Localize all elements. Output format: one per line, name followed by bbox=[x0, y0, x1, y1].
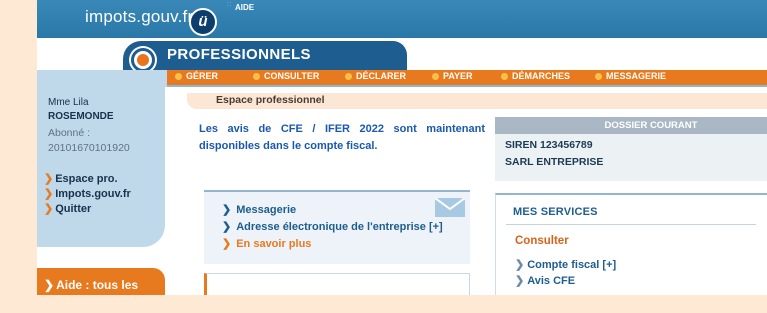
nav-item-declarer[interactable]: DÉCLARER bbox=[345, 71, 406, 81]
services-group-consulter: Consulter bbox=[515, 235, 569, 247]
dossier-title: DOSSIER COURANT bbox=[495, 117, 767, 134]
company-name: SARL ENTREPRISE bbox=[505, 156, 604, 168]
nav-dot-icon bbox=[501, 73, 508, 80]
messagerie-link[interactable]: ❯ Messagerie bbox=[222, 203, 296, 216]
chevron-right-icon: ❯ bbox=[44, 203, 54, 215]
chevron-right-icon: ❯ bbox=[515, 259, 525, 271]
pro-circle-icon bbox=[131, 48, 155, 72]
en-savoir-plus-link[interactable]: ❯ En savoir plus bbox=[222, 237, 311, 250]
nav-item-consulter[interactable]: CONSULTER bbox=[253, 71, 319, 81]
chevron-right-icon: ❯ bbox=[515, 275, 525, 287]
sidebar-top bbox=[37, 70, 167, 87]
chevron-right-icon: ❯ bbox=[222, 221, 232, 233]
chevron-right-icon: ❯ bbox=[44, 173, 54, 185]
sidebar-link-impots[interactable]: ❯ Impots.gouv.fr bbox=[44, 187, 131, 200]
sidebar-link-quitter[interactable]: ❯ Quitter bbox=[44, 202, 91, 215]
cfe-notice: Les avis de CFE / IFER 2022 sont mainten… bbox=[199, 123, 485, 152]
impots-page: impots.gouv.fr ü :: AIDE PROFESSIONNELS … bbox=[37, 0, 767, 295]
abonne-number: 20101670101920 bbox=[48, 142, 130, 154]
chevron-right-icon: ❯ bbox=[44, 278, 55, 292]
aide-dots-icon: :: bbox=[227, 2, 233, 8]
main-nav: GÉRER CONSULTER DÉCLARER PAYER DÉMARCHES… bbox=[167, 70, 767, 85]
nav-item-messagerie[interactable]: MESSAGERIE bbox=[595, 71, 666, 81]
user-name: Mme Lila bbox=[48, 97, 89, 108]
nav-dot-icon bbox=[175, 73, 182, 80]
user-surname: ROSEMONDE bbox=[48, 111, 114, 122]
nav-item-payer[interactable]: PAYER bbox=[432, 71, 473, 81]
sidebar-link-espace-pro[interactable]: ❯ Espace pro. bbox=[44, 172, 118, 185]
nav-dot-icon bbox=[345, 73, 352, 80]
nav-dot-icon bbox=[432, 73, 439, 80]
nav-dot-icon bbox=[253, 73, 260, 80]
adresse-electronique-link[interactable]: ❯ Adresse électronique de l'entreprise [+… bbox=[222, 220, 443, 233]
chevron-right-icon: ❯ bbox=[222, 238, 232, 250]
abonne-label: Abonné : bbox=[48, 127, 91, 139]
nav-item-demarches[interactable]: DÉMARCHES bbox=[501, 71, 570, 81]
envelope-icon[interactable] bbox=[434, 197, 466, 217]
compte-fiscal-link[interactable]: ❯ Compte fiscal [+] bbox=[515, 258, 616, 271]
lower-panel bbox=[204, 273, 470, 295]
aide-link[interactable]: ❯ Aide : tous les bbox=[44, 278, 138, 292]
site-logo-text[interactable]: impots.gouv.fr bbox=[85, 7, 193, 27]
breadcrumb: Espace professionnel bbox=[216, 94, 325, 106]
nav-dot-icon bbox=[595, 73, 602, 80]
logo-mark-icon[interactable]: ü bbox=[189, 8, 217, 36]
chevron-right-icon: ❯ bbox=[222, 204, 232, 216]
aide-top-link[interactable]: AIDE bbox=[235, 3, 254, 12]
nav-item-gerer[interactable]: GÉRER bbox=[175, 71, 218, 81]
siren-value: SIREN 123456789 bbox=[505, 139, 593, 151]
section-title: PROFESSIONNELS bbox=[167, 46, 311, 63]
services-title: MES SERVICES bbox=[513, 206, 598, 218]
chevron-right-icon: ❯ bbox=[44, 188, 54, 200]
avis-cfe-link[interactable]: ❯ Avis CFE bbox=[515, 274, 575, 287]
nav-underline bbox=[167, 85, 767, 87]
services-divider bbox=[506, 224, 756, 225]
